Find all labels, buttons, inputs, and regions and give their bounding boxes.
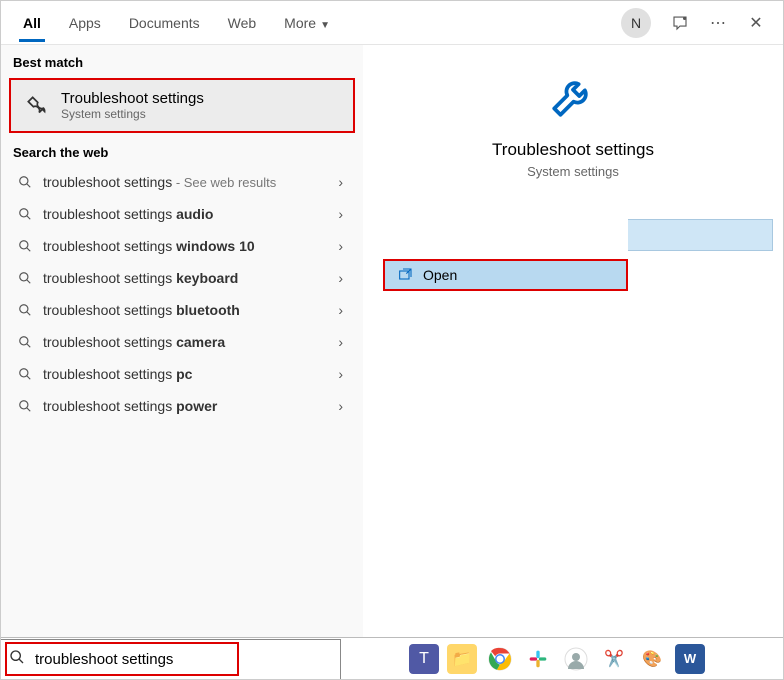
web-result-text: troubleshoot settings power	[37, 398, 330, 414]
web-result-text: troubleshoot settings pc	[37, 366, 330, 382]
edge-icon[interactable]	[371, 644, 401, 674]
web-result-item[interactable]: troubleshoot settings camera ›	[1, 326, 363, 358]
more-options-icon[interactable]: ⋯	[703, 8, 733, 38]
chrome-profile-icon[interactable]	[561, 644, 591, 674]
search-icon	[13, 207, 37, 221]
chevron-right-icon[interactable]: ›	[330, 238, 351, 254]
open-extra-region[interactable]	[628, 219, 773, 251]
chevron-right-icon[interactable]: ›	[330, 174, 351, 190]
best-match-subtitle: System settings	[61, 107, 204, 121]
wrench-icon	[23, 93, 51, 119]
open-button[interactable]: Open	[383, 259, 628, 291]
paint-icon[interactable]: 🎨	[637, 644, 667, 674]
best-match-item[interactable]: Troubleshoot settings System settings	[9, 78, 355, 133]
web-result-item[interactable]: troubleshoot settings bluetooth ›	[1, 294, 363, 326]
search-icon	[9, 649, 29, 670]
open-label: Open	[423, 267, 457, 283]
tab-all[interactable]: All	[9, 5, 55, 41]
web-result-text: troubleshoot settings audio	[37, 206, 330, 222]
web-result-item[interactable]: troubleshoot settings pc ›	[1, 358, 363, 390]
web-result-text: troubleshoot settings - See web results	[37, 174, 330, 190]
open-icon	[397, 267, 413, 283]
web-result-item[interactable]: troubleshoot settings keyboard ›	[1, 262, 363, 294]
tab-web[interactable]: Web	[214, 5, 271, 41]
web-result-item[interactable]: troubleshoot settings windows 10 ›	[1, 230, 363, 262]
search-box[interactable]	[1, 639, 341, 679]
word-icon[interactable]: W	[675, 644, 705, 674]
search-icon	[13, 239, 37, 253]
web-result-text: troubleshoot settings camera	[37, 334, 330, 350]
web-result-item[interactable]: troubleshoot settings power ›	[1, 390, 363, 422]
search-icon	[13, 399, 37, 413]
web-result-item[interactable]: troubleshoot settings - See web results …	[1, 166, 363, 198]
preview-title: Troubleshoot settings	[492, 140, 654, 160]
filter-tabs: All Apps Documents Web More▼ N ⋯ ✕	[1, 1, 783, 45]
tab-documents[interactable]: Documents	[115, 5, 214, 41]
search-icon	[13, 303, 37, 317]
best-match-title: Troubleshoot settings	[61, 90, 204, 107]
feedback-icon[interactable]	[665, 8, 695, 38]
chevron-down-icon: ▼	[320, 20, 330, 31]
chevron-right-icon[interactable]: ›	[330, 398, 351, 414]
tab-more[interactable]: More▼	[270, 5, 344, 41]
preview-pane: Troubleshoot settings System settings Op…	[363, 45, 783, 637]
search-web-header: Search the web	[1, 135, 363, 166]
best-match-header: Best match	[1, 45, 363, 76]
teams-icon[interactable]: T	[409, 644, 439, 674]
web-result-text: troubleshoot settings windows 10	[37, 238, 330, 254]
web-result-text: troubleshoot settings bluetooth	[37, 302, 330, 318]
wrench-icon	[548, 71, 598, 126]
web-result-text: troubleshoot settings keyboard	[37, 270, 330, 286]
results-pane: Best match Troubleshoot settings System …	[1, 45, 363, 637]
chevron-right-icon[interactable]: ›	[330, 334, 351, 350]
file-explorer-icon[interactable]: 📁	[447, 644, 477, 674]
search-icon	[13, 335, 37, 349]
chrome-icon[interactable]	[485, 644, 515, 674]
preview-subtitle: System settings	[527, 164, 619, 179]
search-input[interactable]	[29, 651, 249, 668]
close-icon[interactable]: ✕	[741, 8, 771, 38]
chevron-right-icon[interactable]: ›	[330, 366, 351, 382]
chevron-right-icon[interactable]: ›	[330, 302, 351, 318]
user-avatar[interactable]: N	[621, 8, 651, 38]
bottom-bar: T 📁 ✂️ 🎨 W	[1, 637, 783, 679]
web-result-item[interactable]: troubleshoot settings audio ›	[1, 198, 363, 230]
search-icon	[13, 175, 37, 189]
taskbar: T 📁 ✂️ 🎨 W	[341, 644, 783, 674]
snip-icon[interactable]: ✂️	[599, 644, 629, 674]
chevron-right-icon[interactable]: ›	[330, 206, 351, 222]
tab-apps[interactable]: Apps	[55, 5, 115, 41]
slack-icon[interactable]	[523, 644, 553, 674]
search-icon	[13, 271, 37, 285]
search-icon	[13, 367, 37, 381]
chevron-right-icon[interactable]: ›	[330, 270, 351, 286]
